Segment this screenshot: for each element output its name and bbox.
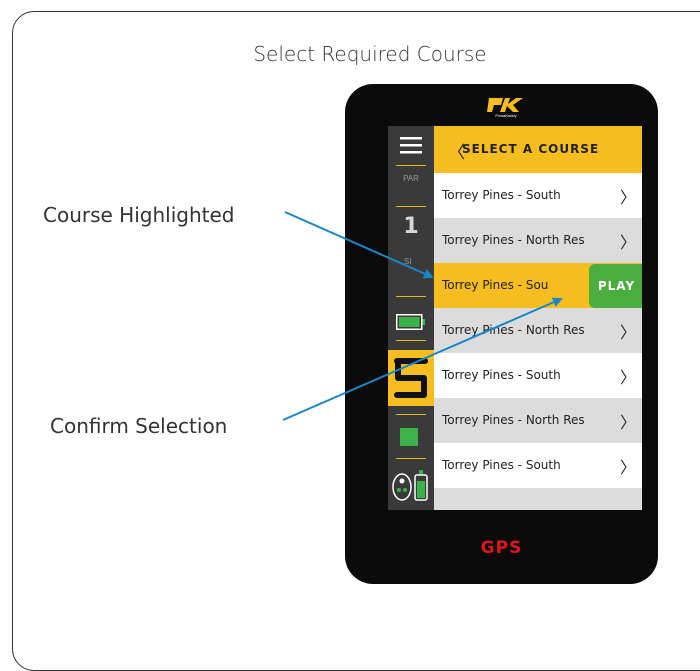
annotation-arrows bbox=[282, 211, 563, 421]
arrow-course-highlighted bbox=[284, 211, 434, 279]
arrow-confirm-selection bbox=[282, 297, 563, 421]
